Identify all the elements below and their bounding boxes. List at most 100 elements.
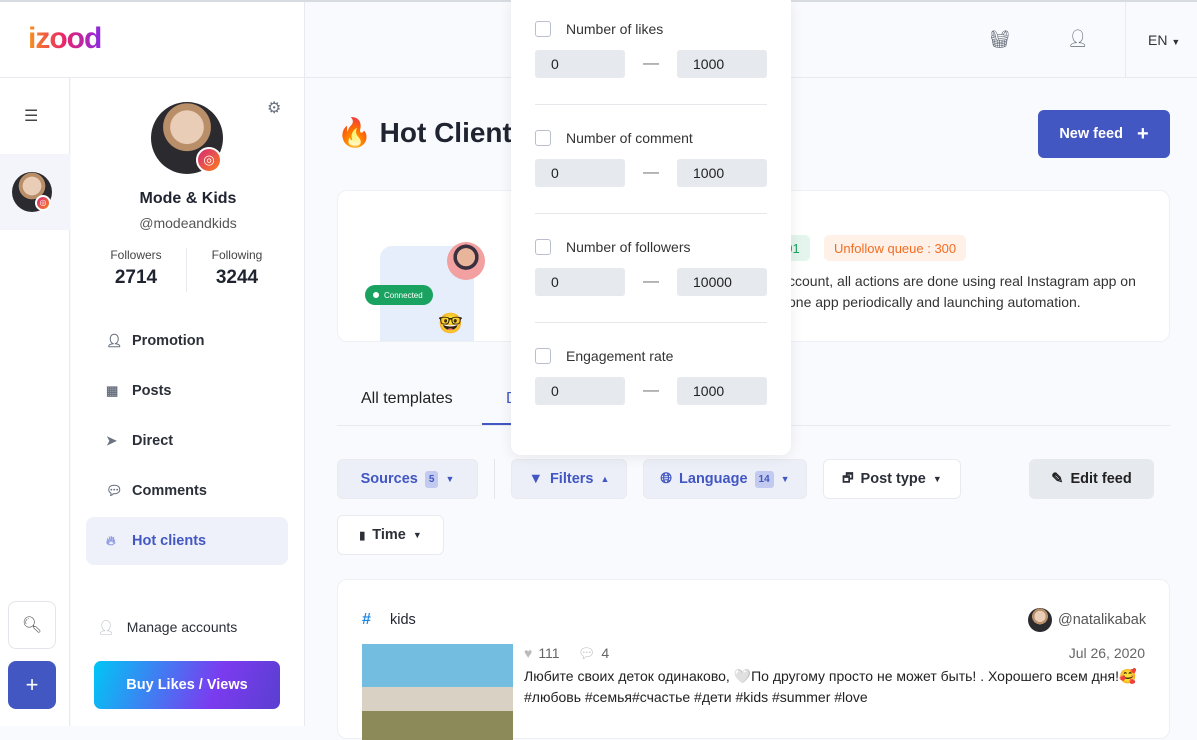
divider xyxy=(494,459,495,499)
calendar-icon: ▮ xyxy=(359,529,366,542)
sources-button[interactable]: Sources 5 ▼ xyxy=(337,459,478,499)
post-card: # kids @natalikabak ♥ 111 💬︎ 4 Jul 26, 2020… xyxy=(337,579,1170,740)
pencil-icon: ✎ xyxy=(1051,471,1064,487)
paper-plane-icon: ➤ xyxy=(106,433,117,448)
sidebar-item-direct[interactable]: ➤ Direct xyxy=(86,417,288,465)
post-date: Jul 26, 2020 xyxy=(1068,645,1145,661)
sidebar-item-posts[interactable]: ▦ Posts xyxy=(86,367,288,415)
followers-max-input[interactable] xyxy=(677,268,767,296)
instagram-icon: ◎ xyxy=(196,147,222,173)
tab-all-templates[interactable]: All templates xyxy=(361,390,453,408)
heart-icon: ♥ xyxy=(524,645,533,661)
comments-min-input[interactable] xyxy=(535,159,625,187)
manage-accounts-link[interactable]: 👤︎ Manage accounts xyxy=(97,619,237,636)
globe-icon: 🌐︎ xyxy=(660,471,673,487)
time-label: Time xyxy=(372,527,406,543)
instagram-icon: ◎ xyxy=(35,195,51,211)
sidebar-item-label: Promotion xyxy=(132,333,205,349)
likes-min-input[interactable] xyxy=(535,50,625,78)
manage-accounts-label: Manage accounts xyxy=(126,619,238,635)
menu-toggle-icon[interactable]: ☰ xyxy=(24,106,38,126)
connected-label: Connected xyxy=(384,290,423,300)
range-dash: — xyxy=(643,382,659,399)
divider xyxy=(535,213,767,214)
post-author[interactable]: @natalikabak xyxy=(1058,612,1146,628)
fire-icon: 🔥 xyxy=(337,117,372,148)
status-dot xyxy=(373,292,379,298)
new-feed-label: New feed xyxy=(1059,126,1123,142)
sidebar-item-promotion[interactable]: 👤︎ Promotion xyxy=(86,317,288,365)
caret-up-icon: ▲ xyxy=(600,474,610,484)
post-tag[interactable]: kids xyxy=(390,612,416,628)
filter-icon: ▼ xyxy=(528,471,543,487)
new-feed-button[interactable]: New feed + xyxy=(1038,110,1170,158)
sidebar-item-hot-clients[interactable]: 🔥︎ Hot clients xyxy=(86,517,288,565)
engagement-max-input[interactable] xyxy=(677,377,767,405)
info-line: one app periodically and launching autom… xyxy=(788,294,1081,310)
fire-icon: 🔥︎ xyxy=(106,533,116,548)
followers-checkbox[interactable] xyxy=(535,239,551,255)
post-type-button[interactable]: 🗗 Post type ▼ xyxy=(823,459,961,499)
sidebar-item-label: Hot clients xyxy=(132,533,207,549)
followers-min-input[interactable] xyxy=(535,268,625,296)
sidebar-item-label: Comments xyxy=(132,483,207,499)
author-avatar xyxy=(1028,608,1052,632)
gear-icon[interactable]: ⚙ xyxy=(267,98,281,118)
divider xyxy=(535,322,767,323)
basket-icon[interactable]: 🧺︎ xyxy=(989,30,1011,50)
language-selector[interactable]: EN ▼ xyxy=(1148,32,1180,48)
engagement-min-input[interactable] xyxy=(535,377,625,405)
followers-label: Followers xyxy=(110,248,162,262)
add-account-button[interactable]: + xyxy=(8,661,56,709)
info-text: ccount, all actions are done using real … xyxy=(788,271,1136,313)
caret-down-icon: ▼ xyxy=(412,530,422,540)
likes-count: 111 xyxy=(538,645,560,661)
post-text: Любите своих деток одинаково, 🤍По другом… xyxy=(524,668,1137,705)
sidebar-item-comments[interactable]: 💬︎ Comments xyxy=(86,467,288,515)
filter-label: Number of comment xyxy=(566,130,693,146)
engagement-checkbox[interactable] xyxy=(535,348,551,364)
caret-down-icon: ▼ xyxy=(1171,37,1181,47)
edit-feed-button[interactable]: ✎ Edit feed xyxy=(1029,459,1154,499)
info-line: ccount, all actions are done using real … xyxy=(788,273,1136,289)
plus-icon: + xyxy=(25,672,39,697)
range-dash: — xyxy=(643,55,659,72)
followers-count: 2714 xyxy=(114,267,158,288)
hashtag-icon: # xyxy=(362,611,371,628)
comments-max-input[interactable] xyxy=(677,159,767,187)
sidebar: ⚙ ◎ Mode & Kids @modeandkids Followers 2… xyxy=(71,78,305,726)
language-button[interactable]: 🌐︎ Language 14 ▼ xyxy=(643,459,807,499)
search-icon: 🔍︎ xyxy=(21,617,43,634)
filter-likes: Number of likes — xyxy=(535,21,767,78)
divider xyxy=(1125,2,1126,78)
post-type-label: Post type xyxy=(860,471,926,487)
time-button[interactable]: ▮ Time ▼ xyxy=(337,515,444,555)
comments-checkbox[interactable] xyxy=(535,130,551,146)
filter-comments: Number of comment — xyxy=(535,130,767,187)
sources-count: 5 xyxy=(424,470,439,488)
caret-down-icon: ▼ xyxy=(445,474,455,484)
language-label: EN xyxy=(1148,32,1168,48)
likes-checkbox[interactable] xyxy=(535,21,551,37)
logo[interactable]: izood xyxy=(28,22,102,56)
profile-name: Mode & Kids xyxy=(139,190,237,207)
unfollow-queue-badge: Unfollow queue : 300 xyxy=(824,235,967,261)
connected-badge: Connected xyxy=(365,285,433,305)
plus-icon: + xyxy=(1136,122,1149,145)
following-label: Following xyxy=(211,248,263,262)
filters-button[interactable]: ▼ Filters ▲ xyxy=(511,459,627,499)
filters-label: Filters xyxy=(549,471,594,487)
page-title: 🔥 Hot Client xyxy=(337,116,512,149)
search-button[interactable]: 🔍︎ xyxy=(8,601,56,649)
caret-down-icon: ▼ xyxy=(932,474,942,484)
person-illustration xyxy=(447,242,485,280)
filter-label: Engagement rate xyxy=(566,348,674,364)
buy-likes-button[interactable]: Buy Likes / Views xyxy=(94,661,280,709)
filter-followers: Number of followers — xyxy=(535,239,767,296)
filter-engagement: Engagement rate — xyxy=(535,348,767,405)
comment-icon: 💬︎ xyxy=(577,645,596,661)
profile-handle: @modeandkids xyxy=(139,215,237,231)
user-icon[interactable]: 👤︎ xyxy=(1067,29,1089,49)
likes-max-input[interactable] xyxy=(677,50,767,78)
language-label: Language xyxy=(679,471,748,487)
